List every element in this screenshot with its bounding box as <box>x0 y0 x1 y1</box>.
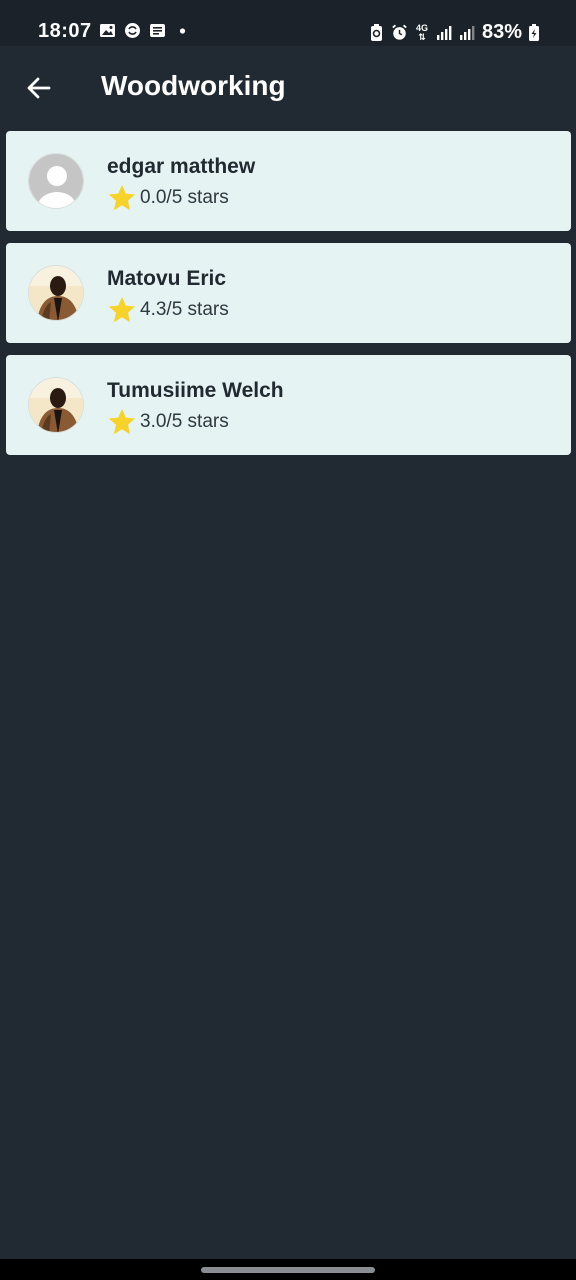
system-nav-bar <box>0 1259 576 1280</box>
worker-name: edgar matthew <box>107 155 256 178</box>
list-item[interactable]: Matovu Eric 4.3/5 stars <box>6 243 571 343</box>
app-bar: Woodworking <box>0 46 576 126</box>
default-avatar-icon <box>29 154 83 208</box>
photo-avatar <box>29 266 83 320</box>
sync-icon <box>124 22 141 39</box>
status-bar: 18:07 4G ⇅ 83% <box>0 0 576 46</box>
image-icon <box>99 22 116 39</box>
page-title: Woodworking <box>101 70 286 101</box>
avatar <box>28 265 84 321</box>
message-icon <box>149 22 166 39</box>
battery-charging-icon <box>528 24 540 41</box>
avatar <box>28 153 84 209</box>
worker-name: Tumusiime Welch <box>107 379 284 402</box>
network-4g-icon: 4G ⇅ <box>414 23 430 42</box>
star-icon <box>108 296 136 323</box>
rating: 3.0/5 stars <box>107 407 229 437</box>
rating-text: 3.0/5 stars <box>140 411 229 432</box>
notification-icons <box>99 22 191 39</box>
data-arrows-icon: ⇅ <box>418 31 426 42</box>
rating-text: 0.0/5 stars <box>140 187 229 208</box>
list-item[interactable]: edgar matthew 0.0/5 stars <box>6 131 571 231</box>
battery-saver-icon <box>368 24 385 41</box>
worker-name: Matovu Eric <box>107 267 227 290</box>
signal-icon <box>436 24 453 41</box>
list-item[interactable]: Tumusiime Welch 3.0/5 stars <box>6 355 571 455</box>
battery-percentage: 83% <box>481 21 522 43</box>
alarm-icon <box>391 24 408 41</box>
star-icon <box>108 408 136 435</box>
photo-avatar <box>29 378 83 432</box>
rating-text: 4.3/5 stars <box>140 299 229 320</box>
home-indicator[interactable] <box>201 1267 375 1273</box>
status-time: 18:07 <box>38 20 92 42</box>
star-icon <box>108 184 136 211</box>
rating: 4.3/5 stars <box>107 295 229 325</box>
back-button[interactable] <box>18 67 60 109</box>
rating: 0.0/5 stars <box>107 183 229 213</box>
dot-icon <box>174 22 191 39</box>
avatar <box>28 377 84 433</box>
worker-list: edgar matthew 0.0/5 stars Matovu Eric 4.… <box>6 131 571 467</box>
system-status-icons: 4G ⇅ 83% <box>368 21 540 44</box>
signal-icon <box>459 24 476 41</box>
arrow-left-icon <box>27 77 51 99</box>
